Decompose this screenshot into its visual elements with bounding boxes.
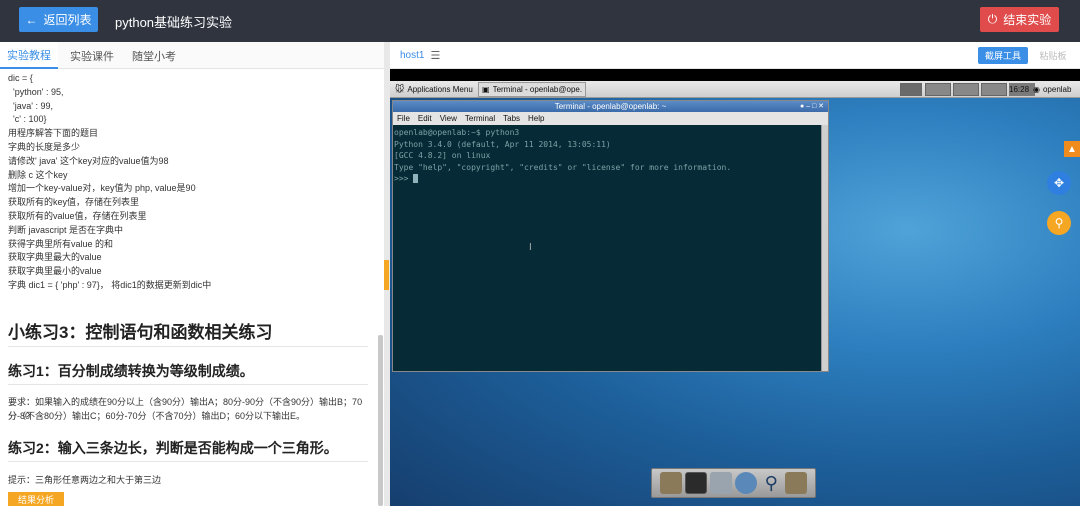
host-tab-label: host1 — [400, 50, 425, 61]
terminal-menu-bar: File Edit View Terminal Tabs Help — [393, 112, 828, 125]
exercise-2-heading: 练习2：输入三条边长，判断是否能构成一个三角形。 — [8, 440, 338, 456]
taskbar-terminal-window[interactable]: ▣ Terminal - openlab@ope... — [478, 82, 586, 97]
code-line: 字典 dic1 = { 'php' : 97}， 将dic1的数据更新到dic中 — [8, 279, 212, 290]
clipboard-button[interactable]: 粘贴板 — [1035, 47, 1071, 64]
top-bar: ← 返回列表 python基础练习实验 ⏻ 结束实验 — [0, 0, 1080, 42]
terminal-dock-icon[interactable] — [684, 472, 707, 494]
user-menu[interactable]: ◉ openlab — [1033, 82, 1071, 97]
folder-icon[interactable] — [785, 472, 808, 494]
terminal-output[interactable]: openlab@openlab:~$ python3 Python 3.4.0 … — [393, 125, 821, 371]
terminal-line: Python 3.4.0 (default, Apr 11 2014, 13:0… — [394, 139, 611, 149]
code-line: 获取所有的value值，存储在列表里 — [8, 210, 147, 221]
back-button-label: 返回列表 — [43, 13, 92, 27]
power-icon: ⏻ — [987, 12, 998, 26]
key-icon[interactable]: ⚲ — [1047, 211, 1071, 235]
back-to-list-button[interactable]: ← 返回列表 — [19, 7, 98, 32]
terminal-title: Terminal - openlab@openlab: ~ — [554, 102, 667, 111]
applications-menu-label: Applications Menu — [407, 85, 473, 94]
code-line: 判断 javascript 是否在字典中 — [8, 224, 124, 235]
mouse-ibeam-icon: I — [529, 242, 532, 253]
tab-tutorial[interactable]: 实验教程 — [0, 42, 58, 69]
divider — [8, 461, 368, 462]
code-line: 用程序解答下面的题目 — [8, 128, 99, 139]
code-line: 请修改' java' 这个key对应的value值为98 — [8, 155, 169, 166]
files-icon[interactable] — [659, 472, 682, 494]
tutorial-content: dic = { 'python' : 95, 'java' : 99, 'c' … — [8, 72, 372, 293]
splitter-handle[interactable] — [384, 260, 389, 290]
end-experiment-button[interactable]: ⏻ 结束实验 — [980, 7, 1059, 32]
text-cursor — [413, 174, 419, 183]
mouse-logo-icon: 🐭 — [395, 84, 405, 94]
vm-toolbar: host1 ☰ 截屏工具 粘贴板 — [390, 42, 1080, 69]
page-title: python基础练习实验 — [115, 15, 233, 30]
exercise-1-heading: 练习1：百分制成绩转换为等级制成绩。 — [8, 363, 254, 379]
tab-quiz[interactable]: 随堂小考 — [124, 42, 184, 69]
vm-desktop[interactable]: 🐭 Applications Menu ▣ Terminal - openlab… — [390, 69, 1080, 506]
user-label: openlab — [1042, 85, 1072, 94]
xfce-panel: 🐭 Applications Menu ▣ Terminal - openlab… — [390, 81, 1080, 98]
terminal-window[interactable]: Terminal - openlab@openlab: ~ ● – □ ✕ Fi… — [392, 100, 829, 372]
web-browser-icon[interactable] — [735, 472, 758, 494]
code-line: dic = { — [8, 73, 33, 83]
terminal-prompt-line[interactable]: >>> — [394, 173, 821, 185]
terminal-line: openlab@openlab:~$ python3 — [394, 128, 520, 137]
workspace-4[interactable] — [981, 83, 1007, 96]
code-line: 获取字典里最大的value — [8, 252, 102, 263]
workspace-3[interactable] — [953, 83, 979, 96]
terminal-line: [GCC 4.8.2] on linux — [394, 151, 491, 160]
divider — [8, 384, 368, 385]
code-line: 'java' : 99, — [8, 100, 53, 111]
menu-terminal[interactable]: Terminal — [465, 114, 495, 123]
clock[interactable]: 16:28 — [1009, 82, 1029, 97]
tab-courseware[interactable]: 实验课件 — [62, 42, 122, 69]
code-line: 'python' : 95, — [8, 86, 64, 97]
code-line: 增加一个key-value对，key值为 php, value是90 — [8, 183, 196, 194]
menu-icon[interactable]: ☰ — [430, 49, 440, 62]
code-line: 获取所有的key值，存储在列表里 — [8, 197, 140, 208]
menu-help[interactable]: Help — [528, 114, 544, 123]
tutorial-tabs: 实验教程 实验课件 随堂小考 — [0, 42, 384, 69]
code-line: 获得字典里所有value 的和 — [8, 238, 114, 249]
tab-host1[interactable]: host1 ☰ — [400, 49, 440, 62]
menu-edit[interactable]: Edit — [418, 114, 432, 123]
menu-tabs[interactable]: Tabs — [503, 114, 520, 123]
move-icon[interactable]: ✥ — [1047, 171, 1071, 195]
screenshot-tool-button[interactable]: 截屏工具 — [978, 47, 1028, 64]
menu-view[interactable]: View — [440, 114, 457, 123]
user-icon: ◉ — [1033, 85, 1040, 94]
arrow-left-icon: ← — [25, 12, 38, 27]
terminal-title-bar[interactable]: Terminal - openlab@openlab: ~ ● – □ ✕ — [393, 101, 828, 112]
python-prompt: >>> — [394, 174, 414, 183]
workspace-2[interactable] — [925, 83, 951, 96]
file-manager-icon[interactable] — [709, 472, 732, 494]
bottom-dock: ⚲ — [651, 468, 816, 498]
applications-menu-button[interactable]: 🐭 Applications Menu — [392, 82, 476, 97]
window-controls[interactable]: ● – □ ✕ — [800, 101, 824, 112]
tshirt-icon[interactable]: ▲ — [1064, 141, 1080, 157]
exercise-2-hint: 提示：三角形任意两边之和大于第三边 — [8, 475, 162, 485]
code-line: 'c' : 100} — [8, 114, 47, 125]
result-analysis-tag[interactable]: 结果分析 — [8, 492, 65, 506]
divider — [8, 346, 368, 347]
search-icon[interactable]: ⚲ — [760, 472, 782, 494]
code-line: 获取字典里最小的value — [8, 266, 102, 277]
tutorial-panel: 实验教程 实验课件 随堂小考 dic = { 'python' : 95, 'j… — [0, 42, 384, 506]
exercise-1-requirement-cont: 分（不含80分）输出C；60分-70分（不含70分）输出D；60分以下输出E。 — [8, 411, 306, 421]
taskbar-window-label: Terminal - openlab@ope... — [492, 85, 582, 94]
left-scrollbar[interactable] — [378, 335, 383, 506]
terminal-line: Type "help", "copyright", "credits" or "… — [394, 162, 732, 172]
end-button-label: 结束实验 — [1003, 13, 1052, 27]
terminal-icon: ▣ — [482, 85, 490, 94]
section-heading: 小练习3：控制语句和函数相关练习 — [8, 323, 273, 342]
menu-file[interactable]: File — [397, 114, 410, 123]
code-line: 字典的长度是多少 — [8, 141, 81, 152]
terminal-scrollbar[interactable] — [821, 125, 828, 371]
code-line: 删除 c 这个key — [8, 169, 68, 180]
workspace-1[interactable] — [900, 83, 922, 96]
